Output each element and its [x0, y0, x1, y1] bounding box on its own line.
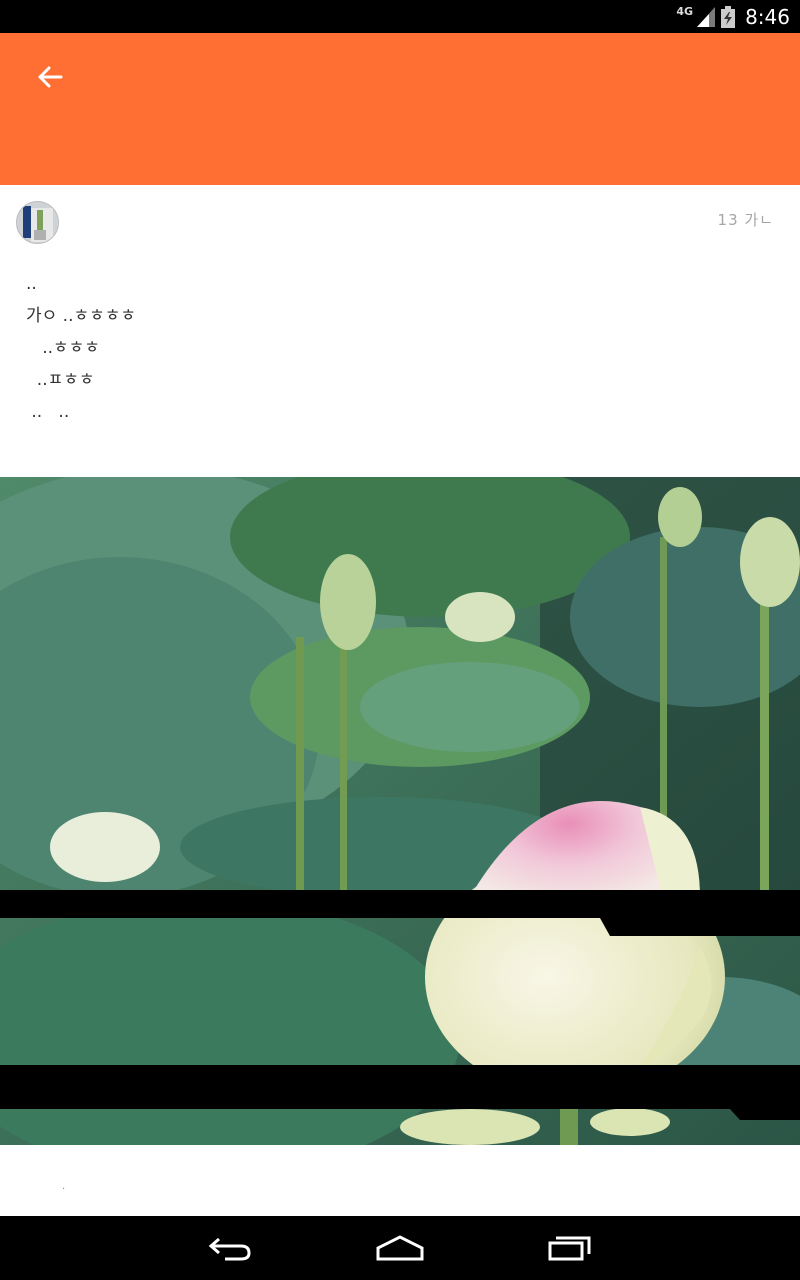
post-body: .. 가ㅇ ..ㅎㅎㅎㅎ ..ㅎㅎㅎ ..ㅍㅎㅎ .. .. — [26, 268, 766, 428]
avatar-image — [17, 202, 58, 243]
footer-area: . — [0, 1145, 800, 1216]
status-bar: 4G 8:46 — [0, 0, 800, 33]
nav-recents-button[interactable] — [540, 1228, 600, 1268]
photo-image — [0, 477, 800, 1145]
post-line: ..ㅎㅎㅎ — [26, 338, 100, 358]
post-line: .. — [26, 274, 37, 294]
post-timestamp: 13 가ㄴ — [717, 211, 774, 229]
arrow-left-icon — [38, 66, 63, 88]
post-line: .. .. — [26, 402, 70, 422]
home-icon — [376, 1235, 424, 1261]
battery-icon — [721, 5, 736, 28]
post-line: ..ㅍㅎㅎ — [26, 370, 95, 390]
lotus-flower-photo[interactable] — [0, 477, 800, 1145]
back-icon — [208, 1237, 251, 1261]
clock: 8:46 — [745, 4, 790, 29]
post-header: 13 가ㄴ — [0, 185, 800, 263]
action-bar — [0, 33, 800, 185]
footer-text: . — [62, 1181, 66, 1192]
network-type: 4G — [676, 5, 694, 18]
navigation-bar — [0, 1216, 800, 1280]
nav-home-button[interactable] — [370, 1228, 430, 1268]
recents-icon — [548, 1236, 591, 1261]
avatar[interactable] — [16, 201, 59, 244]
nav-back-button[interactable] — [200, 1228, 260, 1268]
signal-icon — [697, 6, 716, 27]
post-line: 가ㅇ ..ㅎㅎㅎㅎ — [26, 306, 137, 326]
back-button[interactable] — [28, 57, 72, 97]
